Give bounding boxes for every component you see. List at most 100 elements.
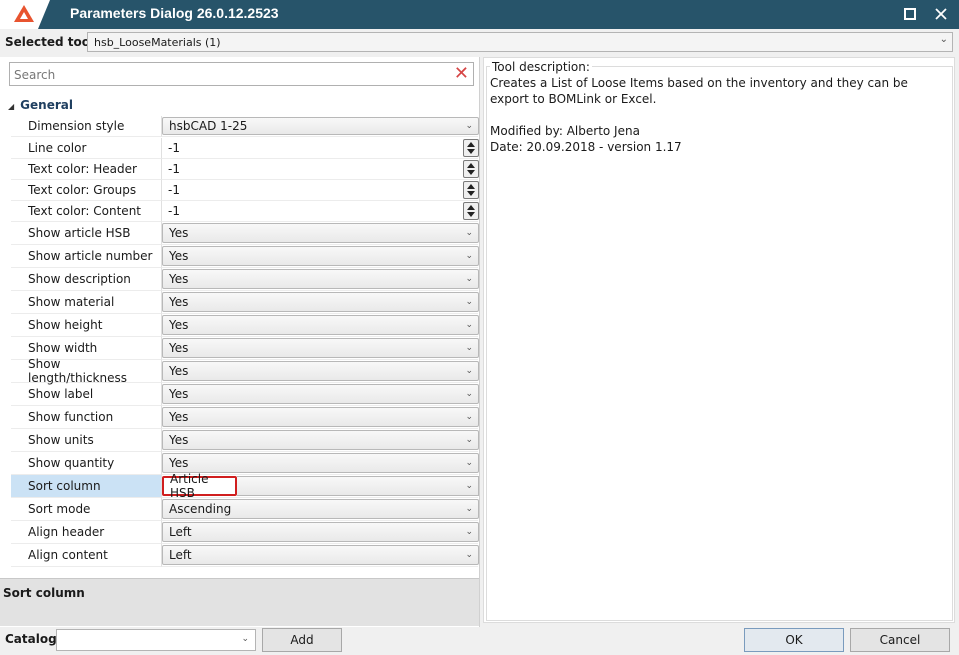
tool-description-legend: Tool description: xyxy=(490,60,592,74)
value-dropdown[interactable]: Yes ⌄ xyxy=(162,361,479,381)
property-value-cell: Left ⌄ xyxy=(161,544,479,567)
value-dropdown[interactable]: hsbCAD 1-25 ⌄ xyxy=(162,117,479,135)
value-dropdown[interactable]: Left ⌄ xyxy=(162,522,479,542)
spinner-icon[interactable] xyxy=(463,139,479,157)
property-name[interactable]: Show article number xyxy=(11,245,161,268)
app-logo xyxy=(0,0,55,29)
property-row[interactable]: Show height Yes ⌄ xyxy=(11,314,479,337)
value-dropdown[interactable]: Yes ⌄ xyxy=(162,223,479,243)
value-dropdown[interactable]: Yes ⌄ xyxy=(162,269,479,289)
search-input[interactable]: Search ✕ xyxy=(9,62,474,86)
chevron-down-icon: ⌄ xyxy=(465,297,473,307)
catalog-dropdown[interactable]: ⌄ xyxy=(56,629,256,651)
value-dropdown[interactable]: Yes ⌄ xyxy=(162,338,479,358)
close-button[interactable] xyxy=(930,4,952,24)
chevron-down-icon: ⌄ xyxy=(465,458,473,468)
property-name[interactable]: Show units xyxy=(11,429,161,452)
spinner-icon[interactable] xyxy=(463,160,479,178)
dropdown-value: Yes xyxy=(169,364,189,378)
property-name[interactable]: Align header xyxy=(11,521,161,544)
property-name[interactable]: Dimension style xyxy=(11,116,161,137)
selected-tool-label: Selected tool xyxy=(5,35,95,49)
ok-button[interactable]: OK xyxy=(744,628,844,652)
property-value-cell: hsbCAD 1-25 ⌄ xyxy=(161,116,479,137)
property-row[interactable]: Align header Left ⌄ xyxy=(11,521,479,544)
property-name[interactable]: Text color: Content xyxy=(11,201,161,222)
property-name[interactable]: Align content xyxy=(11,544,161,567)
spin-down-icon[interactable] xyxy=(467,191,475,196)
dropdown-value: Yes xyxy=(169,410,189,424)
property-row[interactable]: Align content Left ⌄ xyxy=(11,544,479,567)
property-name[interactable]: Show label xyxy=(11,383,161,406)
property-row[interactable]: Show length/thickness Yes ⌄ xyxy=(11,357,479,385)
property-row[interactable]: Text color: Groups -1 xyxy=(11,180,479,201)
cancel-button[interactable]: Cancel xyxy=(850,628,950,652)
property-name[interactable]: Show function xyxy=(11,406,161,429)
property-row[interactable]: Text color: Content -1 xyxy=(11,201,479,222)
property-row[interactable]: Sort column Article HSB ⌄ xyxy=(11,472,479,500)
value-dropdown[interactable]: Yes ⌄ xyxy=(162,292,479,312)
maximize-button[interactable] xyxy=(899,4,921,24)
property-value-cell: Yes ⌄ xyxy=(161,360,479,383)
value-dropdown-body[interactable]: ⌄ xyxy=(237,476,479,496)
number-input[interactable]: -1 xyxy=(162,180,479,200)
property-name[interactable]: Show quantity xyxy=(11,452,161,475)
clear-search-icon[interactable]: ✕ xyxy=(454,64,469,84)
property-row[interactable]: Show quantity Yes ⌄ xyxy=(11,452,479,475)
property-row[interactable]: Dimension style hsbCAD 1-25 ⌄ xyxy=(11,116,479,137)
spin-up-icon[interactable] xyxy=(467,205,475,210)
property-row[interactable]: Show label Yes ⌄ xyxy=(11,383,479,406)
property-name[interactable]: Show article HSB xyxy=(11,222,161,245)
property-name[interactable]: Text color: Groups xyxy=(11,180,161,201)
property-name[interactable]: Sort column xyxy=(11,475,161,498)
number-input[interactable]: -1 xyxy=(162,138,479,158)
value-dropdown[interactable]: Yes ⌄ xyxy=(162,453,479,473)
value-dropdown[interactable]: Yes ⌄ xyxy=(162,430,479,450)
chevron-down-icon: ⌄ xyxy=(465,389,473,399)
spin-down-icon[interactable] xyxy=(467,170,475,175)
spinner-icon[interactable] xyxy=(463,181,479,199)
property-name[interactable]: Show height xyxy=(11,314,161,337)
property-row[interactable]: Text color: Header -1 xyxy=(11,159,479,180)
value-dropdown[interactable]: Left ⌄ xyxy=(162,545,479,565)
spin-up-icon[interactable] xyxy=(467,163,475,168)
property-row[interactable]: Sort mode Ascending ⌄ xyxy=(11,498,479,521)
value-dropdown[interactable]: Ascending ⌄ xyxy=(162,499,479,519)
dropdown-value: Left xyxy=(169,525,192,539)
property-value-cell: -1 xyxy=(161,201,479,222)
group-header-general[interactable]: ◢ General xyxy=(8,98,73,112)
selected-tool-dropdown[interactable]: hsb_LooseMaterials (1) ⌄ xyxy=(87,32,953,52)
property-row[interactable]: Show units Yes ⌄ xyxy=(11,429,479,452)
spin-up-icon[interactable] xyxy=(467,142,475,147)
property-row[interactable]: Show description Yes ⌄ xyxy=(11,268,479,291)
number-value: -1 xyxy=(168,162,180,176)
spin-down-icon[interactable] xyxy=(467,149,475,154)
chevron-down-icon: ⌄ xyxy=(465,550,473,560)
property-row[interactable]: Show article number Yes ⌄ xyxy=(11,245,479,268)
property-name[interactable]: Line color xyxy=(11,138,161,159)
property-name[interactable]: Text color: Header xyxy=(11,159,161,180)
property-name[interactable]: Show length/thickness xyxy=(11,357,161,385)
spin-up-icon[interactable] xyxy=(467,184,475,189)
chevron-down-icon: ⌄ xyxy=(465,435,473,445)
add-button[interactable]: Add xyxy=(262,628,342,652)
value-dropdown[interactable]: Yes ⌄ xyxy=(162,384,479,404)
dropdown-value: Yes xyxy=(169,433,189,447)
property-name[interactable]: Sort mode xyxy=(11,498,161,521)
property-row[interactable]: Line color -1 xyxy=(11,138,479,159)
property-name[interactable]: Show description xyxy=(11,268,161,291)
spinner-icon[interactable] xyxy=(463,202,479,220)
property-row[interactable]: Show article HSB Yes ⌄ xyxy=(11,222,479,245)
property-row[interactable]: Show material Yes ⌄ xyxy=(11,291,479,314)
dropdown-value: Article HSB xyxy=(170,472,209,500)
number-input[interactable]: -1 xyxy=(162,159,479,179)
number-input[interactable]: -1 xyxy=(162,201,479,221)
value-dropdown[interactable]: Article HSB xyxy=(162,472,237,500)
spin-down-icon[interactable] xyxy=(467,212,475,217)
property-row[interactable]: Show function Yes ⌄ xyxy=(11,406,479,429)
value-dropdown[interactable]: Yes ⌄ xyxy=(162,315,479,335)
property-name[interactable]: Show material xyxy=(11,291,161,314)
value-dropdown[interactable]: Yes ⌄ xyxy=(162,407,479,427)
value-dropdown[interactable]: Yes ⌄ xyxy=(162,246,479,266)
property-value-cell: -1 xyxy=(161,138,479,159)
